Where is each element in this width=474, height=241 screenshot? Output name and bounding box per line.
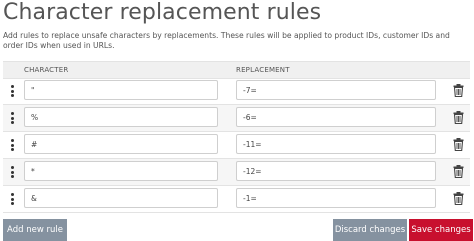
table-header: CHARACTER REPLACEMENT [3,61,470,79]
rule-row [3,132,470,159]
replacement-input[interactable] [236,107,436,127]
rule-row [3,186,470,213]
drag-handle-icon[interactable] [11,193,14,205]
column-header-replacement: REPLACEMENT [236,66,290,74]
character-input[interactable] [24,107,218,127]
trash-icon[interactable] [453,165,464,178]
rule-row [3,105,470,132]
trash-icon[interactable] [453,84,464,97]
add-rule-button[interactable]: Add new rule [3,219,67,241]
replacement-input[interactable] [236,161,436,181]
replacement-input[interactable] [236,134,436,154]
column-header-character: CHARACTER [24,66,69,74]
trash-icon[interactable] [453,138,464,151]
drag-handle-icon[interactable] [11,85,14,97]
character-input[interactable] [24,134,218,154]
trash-icon[interactable] [453,111,464,124]
rule-row [3,159,470,186]
rule-row [3,78,470,105]
trash-icon[interactable] [453,192,464,205]
rules-list [3,78,470,213]
drag-handle-icon[interactable] [11,112,14,124]
page-description: Add rules to replace unsafe characters b… [3,31,450,50]
character-input[interactable] [24,161,218,181]
save-changes-button[interactable]: Save changes [409,219,473,241]
drag-handle-icon[interactable] [11,166,14,178]
character-input[interactable] [24,188,218,208]
discard-changes-button[interactable]: Discard changes [333,219,407,241]
replacement-input[interactable] [236,80,436,100]
drag-handle-icon[interactable] [11,139,14,151]
page-title: Character replacement rules [3,0,322,25]
replacement-input[interactable] [236,188,436,208]
character-input[interactable] [24,80,218,100]
